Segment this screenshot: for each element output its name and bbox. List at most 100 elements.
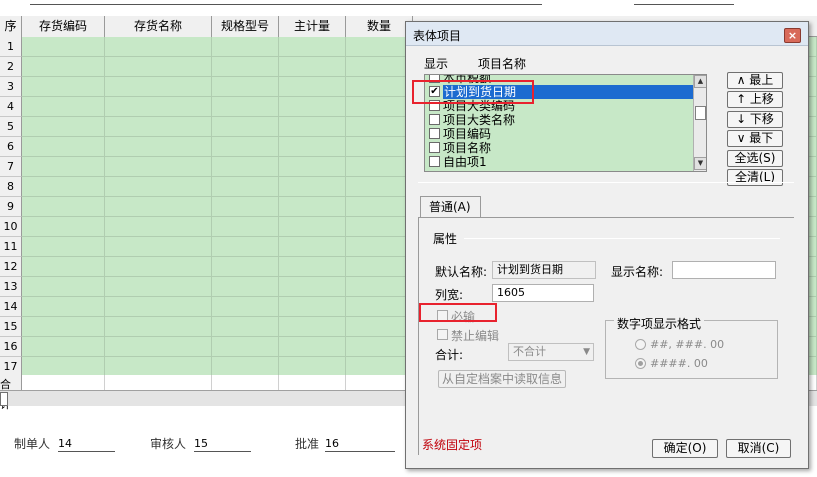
table-cell[interactable] (105, 97, 212, 117)
table-cell[interactable] (346, 57, 413, 77)
table-cell[interactable] (279, 317, 346, 337)
table-cell[interactable] (105, 297, 212, 317)
table-cell[interactable] (22, 337, 105, 357)
table-cell[interactable] (22, 297, 105, 317)
table-cell[interactable] (22, 77, 105, 97)
table-cell[interactable] (212, 157, 279, 177)
table-cell[interactable] (105, 77, 212, 97)
checkbox-icon[interactable] (429, 128, 440, 139)
scroll-down-icon[interactable]: ▼ (694, 157, 706, 170)
list-item[interactable]: 项目名称 (425, 141, 693, 155)
table-cell[interactable] (346, 97, 413, 117)
tab-general[interactable]: 普通(A) (420, 196, 481, 218)
table-cell[interactable] (212, 317, 279, 337)
table-cell[interactable] (105, 37, 212, 57)
table-cell[interactable] (212, 57, 279, 77)
table-cell[interactable] (346, 137, 413, 157)
table-cell[interactable] (212, 197, 279, 217)
table-cell[interactable] (22, 57, 105, 77)
table-cell[interactable] (346, 217, 413, 237)
sum-select[interactable]: 不合计 ▼ (508, 343, 594, 361)
read-from-archive-button[interactable]: 从自定档案中读取信息 (438, 370, 566, 388)
table-cell[interactable] (279, 337, 346, 357)
list-item[interactable]: 项目大类名称 (425, 113, 693, 127)
table-cell[interactable] (212, 117, 279, 137)
table-cell[interactable] (346, 157, 413, 177)
dialog-titlebar[interactable]: 表体项目 × (406, 22, 808, 46)
move-top-button[interactable]: ∧ 最上 (727, 72, 783, 89)
checkbox-icon[interactable] (429, 142, 440, 153)
table-cell[interactable] (346, 117, 413, 137)
table-cell[interactable] (279, 117, 346, 137)
list-item[interactable]: 自由项1 (425, 155, 693, 169)
clear-all-button[interactable]: 全清(L) (727, 169, 783, 186)
table-cell[interactable] (279, 57, 346, 77)
table-cell[interactable] (105, 257, 212, 277)
table-cell[interactable] (212, 97, 279, 117)
table-cell[interactable] (279, 217, 346, 237)
table-cell[interactable] (105, 117, 212, 137)
table-cell[interactable] (212, 357, 279, 377)
scrollbar-thumb[interactable] (0, 392, 8, 406)
table-cell[interactable] (22, 137, 105, 157)
table-cell[interactable] (105, 157, 212, 177)
table-cell[interactable] (346, 257, 413, 277)
table-cell[interactable] (346, 77, 413, 97)
table-cell[interactable] (22, 277, 105, 297)
table-cell[interactable] (346, 197, 413, 217)
table-cell[interactable] (279, 297, 346, 317)
format-radio-1[interactable] (635, 339, 646, 350)
table-cell[interactable] (346, 37, 413, 57)
table-cell[interactable] (105, 217, 212, 237)
table-cell[interactable] (22, 317, 105, 337)
table-cell[interactable] (212, 217, 279, 237)
table-cell[interactable] (212, 337, 279, 357)
column-header-seq[interactable]: 序号 (0, 16, 22, 54)
table-cell[interactable] (212, 137, 279, 157)
close-icon[interactable]: × (784, 28, 801, 43)
table-cell[interactable] (279, 137, 346, 157)
table-cell[interactable] (212, 77, 279, 97)
table-cell[interactable] (279, 197, 346, 217)
table-cell[interactable] (346, 297, 413, 317)
table-cell[interactable] (22, 197, 105, 217)
table-cell[interactable] (279, 77, 346, 97)
move-down-button[interactable]: ↓ 下移 (727, 111, 783, 128)
table-cell[interactable] (346, 357, 413, 377)
table-cell[interactable] (22, 37, 105, 57)
table-cell[interactable] (105, 277, 212, 297)
table-cell[interactable] (346, 277, 413, 297)
table-cell[interactable] (212, 257, 279, 277)
column-width-field[interactable]: 1605 (492, 284, 594, 302)
reviewer-value[interactable]: 15 (194, 437, 251, 452)
move-bottom-button[interactable]: ∨ 最下 (727, 130, 783, 147)
table-cell[interactable] (279, 37, 346, 57)
maker-value[interactable]: 14 (58, 437, 115, 452)
table-cell[interactable] (346, 237, 413, 257)
table-cell[interactable] (105, 57, 212, 77)
column-header-quantity[interactable]: 数量 (346, 16, 413, 37)
checkbox-icon[interactable] (429, 156, 440, 167)
table-cell[interactable] (22, 177, 105, 197)
table-cell[interactable] (279, 237, 346, 257)
table-cell[interactable] (22, 97, 105, 117)
scroll-up-icon[interactable]: ▲ (694, 75, 706, 88)
column-header-unit[interactable]: 主计量 (279, 16, 346, 37)
table-cell[interactable] (212, 297, 279, 317)
table-cell[interactable] (22, 117, 105, 137)
table-cell[interactable] (22, 217, 105, 237)
list-scroll-thumb[interactable] (695, 106, 706, 120)
column-header-item-name[interactable]: 存货名称 (105, 16, 212, 37)
table-cell[interactable] (212, 177, 279, 197)
approve-value[interactable]: 16 (325, 437, 395, 452)
table-cell[interactable] (105, 317, 212, 337)
table-cell[interactable] (279, 257, 346, 277)
checkbox-icon[interactable] (429, 114, 440, 125)
table-cell[interactable] (279, 357, 346, 377)
table-cell[interactable] (279, 277, 346, 297)
table-cell[interactable] (105, 357, 212, 377)
table-cell[interactable] (346, 337, 413, 357)
no-edit-checkbox[interactable] (437, 329, 448, 340)
table-cell[interactable] (346, 177, 413, 197)
cancel-button[interactable]: 取消(C) (726, 439, 791, 458)
